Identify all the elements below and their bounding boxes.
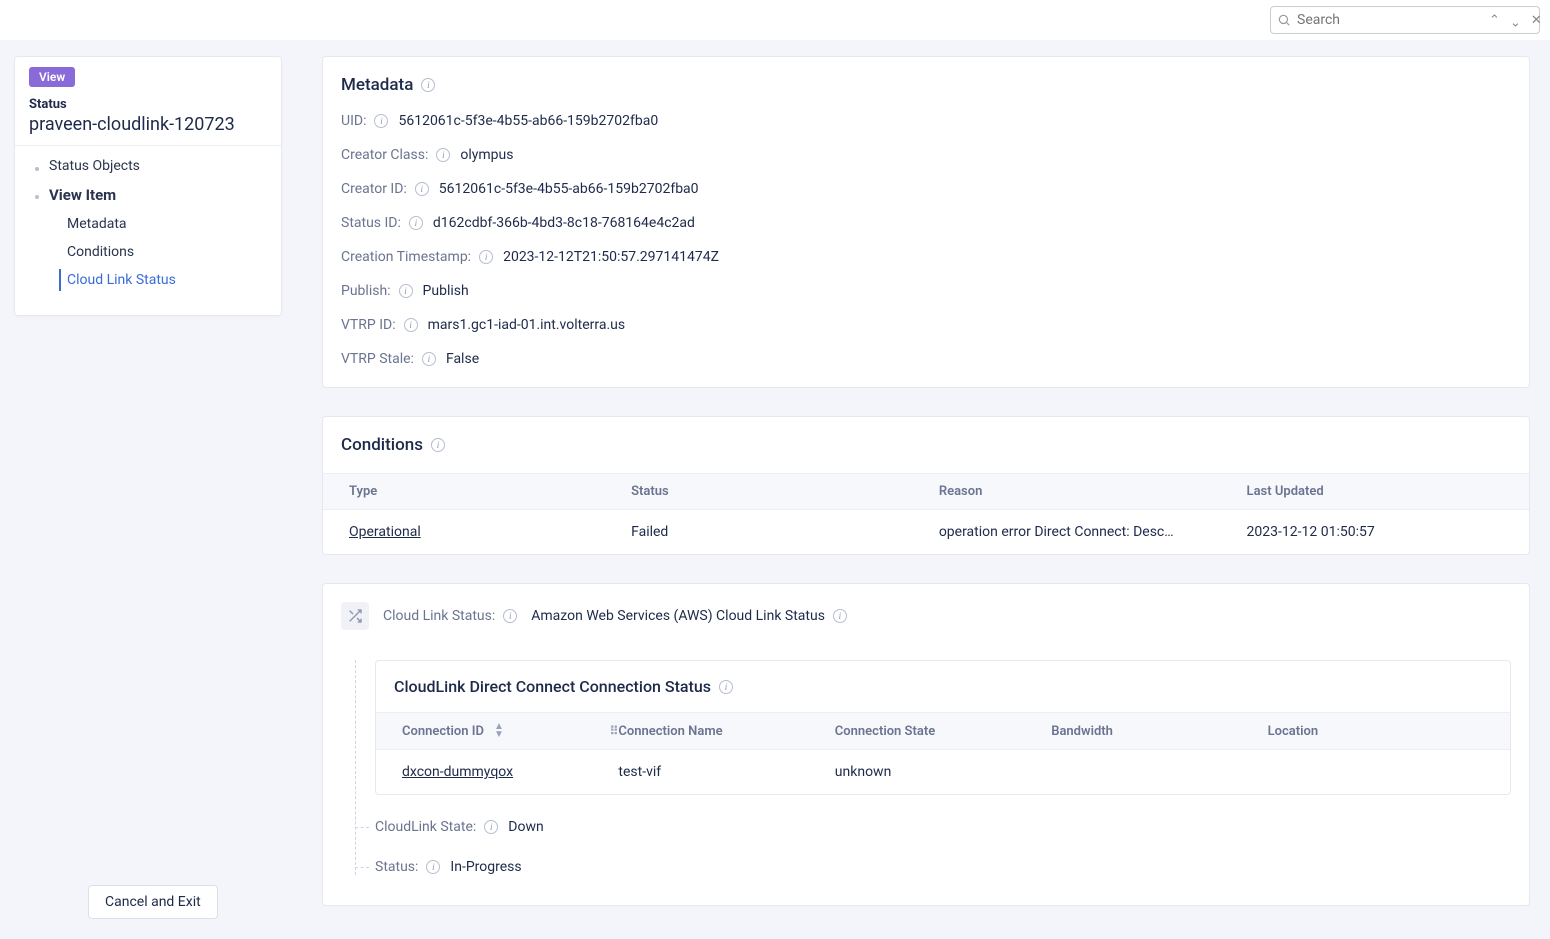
info-icon[interactable] [374, 114, 388, 128]
creation-ts-value: 2023-12-12T21:50:57.297141474Z [503, 249, 719, 265]
status-label: Status: [375, 859, 418, 875]
condition-status: Failed [631, 524, 939, 540]
info-icon[interactable] [431, 438, 445, 452]
conditions-panel: Conditions Type Status Reason Last Updat… [322, 416, 1530, 555]
info-icon[interactable] [503, 609, 517, 623]
condition-type-link[interactable]: Operational [349, 524, 631, 540]
th-connection-id-label: Connection ID [402, 724, 484, 739]
dc-title-row: CloudLink Direct Connect Connection Stat… [376, 661, 1510, 712]
find-bar[interactable]: ⌃ ⌃ ✕ [1270, 6, 1540, 34]
cls-label: Cloud Link Status: [383, 608, 495, 624]
publish-value: Publish [423, 283, 469, 299]
info-icon[interactable] [479, 250, 493, 264]
sidebar-item-conditions[interactable]: Conditions [15, 238, 281, 266]
info-icon[interactable] [426, 860, 440, 874]
th-location: Location [1268, 723, 1484, 739]
connection-name: test-vif [618, 764, 834, 780]
status-name: praveen-cloudlink-120723 [29, 114, 267, 135]
search-input[interactable] [1297, 12, 1475, 28]
cancel-button[interactable]: Cancel and Exit [88, 885, 218, 919]
conditions-row: Operational Failed operation error Direc… [323, 510, 1529, 554]
uid-value: 5612061c-5f3e-4b55-ab66-159b2702fba0 [398, 113, 658, 129]
conditions-header: Type Status Reason Last Updated [323, 473, 1529, 510]
vtrp-stale-label: VTRP Stale: [341, 351, 414, 367]
find-prev-icon[interactable]: ⌃ [1487, 14, 1502, 27]
connection-state: unknown [835, 764, 1051, 780]
uid-label: UID: [341, 113, 366, 129]
info-icon[interactable] [484, 820, 498, 834]
sidebar-item-metadata[interactable]: Metadata [15, 210, 281, 238]
th-last-updated: Last Updated [1247, 484, 1503, 499]
creator-id-value: 5612061c-5f3e-4b55-ab66-159b2702fba0 [439, 181, 699, 197]
vtrp-id-value: mars1.gc1-iad-01.int.volterra.us [428, 317, 626, 333]
creator-id-label: Creator ID: [341, 181, 407, 197]
drag-handle-icon[interactable]: ⠿ [610, 724, 619, 738]
find-next-icon[interactable]: ⌃ [1508, 14, 1523, 27]
condition-reason: operation error Direct Connect: Desc… [939, 524, 1247, 540]
info-icon[interactable] [422, 352, 436, 366]
view-chip: View [29, 67, 75, 87]
conditions-title-row: Conditions [341, 435, 1511, 455]
info-icon[interactable] [399, 284, 413, 298]
search-icon [1277, 13, 1291, 27]
status-row: Status: In-Progress [375, 859, 1511, 875]
dc-row: dxcon-dummyqox test-vif unknown [376, 750, 1510, 794]
th-bandwidth: Bandwidth [1051, 723, 1267, 739]
dc-header: Connection ID ▲▼ ⠿ Connection Name Conne… [376, 712, 1510, 750]
status-value: In-Progress [450, 859, 521, 875]
metadata-title-row: Metadata [341, 75, 1511, 95]
cloud-link-status-panel: Cloud Link Status: Amazon Web Services (… [322, 583, 1530, 906]
info-icon[interactable] [404, 318, 418, 332]
sidebar-item-view-item[interactable]: View Item [15, 180, 281, 210]
info-icon[interactable] [409, 216, 423, 230]
th-connection-state: Connection State [835, 723, 1051, 739]
th-connection-name: Connection Name [618, 723, 834, 739]
connection-id-link[interactable]: dxcon-dummyqox [402, 764, 618, 780]
conditions-title: Conditions [341, 435, 423, 455]
bandwidth [1051, 764, 1267, 780]
location [1268, 764, 1484, 780]
main: Metadata UID: 5612061c-5f3e-4b55-ab66-159… [322, 56, 1540, 929]
info-icon[interactable] [421, 78, 435, 92]
info-icon[interactable] [436, 148, 450, 162]
dc-title: CloudLink Direct Connect Connection Stat… [394, 677, 711, 696]
metadata-panel: Metadata UID: 5612061c-5f3e-4b55-ab66-159… [322, 56, 1530, 388]
sidebar: View Status praveen-cloudlink-120723 Sta… [14, 56, 282, 316]
cloudlink-state-row: CloudLink State: Down [375, 819, 1511, 835]
status-id-label: Status ID: [341, 215, 401, 231]
info-icon[interactable] [415, 182, 429, 196]
th-type: Type [349, 484, 631, 499]
creator-class-value: olympus [460, 147, 513, 163]
sort-icon[interactable]: ▲▼ [494, 723, 504, 739]
info-icon[interactable] [719, 680, 733, 694]
sidebar-item-cloud-link-status[interactable]: Cloud Link Status [15, 266, 281, 294]
status-id-value: d162cdbf-366b-4bd3-8c18-768164e4c2ad [433, 215, 695, 231]
status-label: Status [29, 97, 267, 112]
vtrp-id-label: VTRP ID: [341, 317, 396, 333]
th-status: Status [631, 484, 939, 499]
creation-ts-label: Creation Timestamp: [341, 249, 471, 265]
cloudlink-state-label: CloudLink State: [375, 819, 476, 835]
th-connection-id[interactable]: Connection ID ▲▼ ⠿ [402, 723, 618, 739]
metadata-title: Metadata [341, 75, 413, 95]
shuffle-icon [341, 602, 369, 630]
footer: Cancel and Exit [88, 885, 218, 919]
creator-class-label: Creator Class: [341, 147, 428, 163]
sidebar-item-status-objects[interactable]: Status Objects [15, 152, 281, 180]
cls-value: Amazon Web Services (AWS) Cloud Link Sta… [531, 608, 825, 624]
dc-panel: CloudLink Direct Connect Connection Stat… [375, 660, 1511, 795]
cloudlink-state-value: Down [508, 819, 543, 835]
close-icon[interactable]: ✕ [1529, 14, 1544, 27]
vtrp-stale-value: False [446, 351, 479, 367]
th-reason: Reason [939, 484, 1247, 499]
condition-last-updated: 2023-12-12 01:50:57 [1247, 524, 1503, 540]
info-icon[interactable] [833, 609, 847, 623]
publish-label: Publish: [341, 283, 391, 299]
